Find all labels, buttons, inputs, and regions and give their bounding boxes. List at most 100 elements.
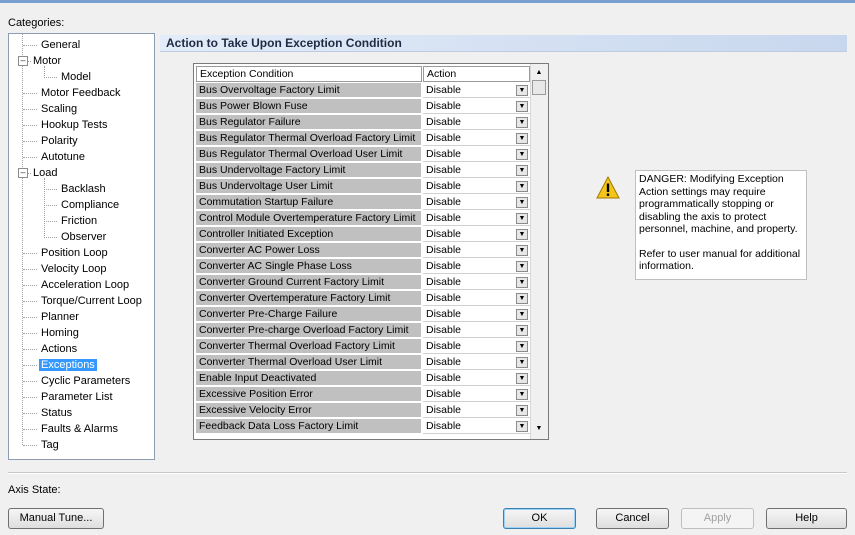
exception-condition-cell: Excessive Velocity Error: [196, 403, 422, 418]
action-dropdown[interactable]: Disable ▼: [423, 179, 530, 194]
column-header-exception-condition[interactable]: Exception Condition: [196, 66, 422, 82]
dropdown-arrow-icon[interactable]: ▼: [516, 277, 528, 288]
action-dropdown[interactable]: Disable ▼: [423, 99, 530, 114]
action-dropdown[interactable]: Disable ▼: [423, 131, 530, 146]
action-dropdown[interactable]: Disable ▼: [423, 371, 530, 386]
tree-item-label: Backlash: [61, 183, 106, 195]
action-dropdown[interactable]: Disable ▼: [423, 259, 530, 274]
action-dropdown[interactable]: Disable ▼: [423, 339, 530, 354]
tree-item-label: Model: [61, 71, 91, 83]
dropdown-arrow-icon[interactable]: ▼: [516, 117, 528, 128]
tree-connector: [23, 269, 37, 270]
dropdown-arrow-icon[interactable]: ▼: [516, 309, 528, 320]
dropdown-arrow-icon[interactable]: ▼: [516, 373, 528, 384]
exception-condition-cell: Converter AC Power Loss: [196, 243, 422, 258]
help-button[interactable]: Help: [766, 508, 847, 529]
tree-item[interactable]: Motor: [31, 53, 63, 69]
tree-item[interactable]: Compliance: [59, 197, 121, 213]
tree-item[interactable]: Friction: [59, 213, 99, 229]
dropdown-arrow-icon[interactable]: ▼: [516, 357, 528, 368]
exception-grid[interactable]: Exception Condition Action Bus Overvolta…: [193, 63, 549, 440]
dropdown-arrow-icon[interactable]: ▼: [516, 421, 528, 432]
tree-connector: [23, 333, 37, 334]
tree-item[interactable]: Load: [31, 165, 59, 181]
action-dropdown[interactable]: Disable ▼: [423, 323, 530, 338]
action-dropdown[interactable]: Disable ▼: [423, 291, 530, 306]
dropdown-arrow-icon[interactable]: ▼: [516, 325, 528, 336]
action-dropdown[interactable]: Disable ▼: [423, 403, 530, 418]
action-dropdown[interactable]: Disable ▼: [423, 147, 530, 162]
dropdown-arrow-icon[interactable]: ▼: [516, 101, 528, 112]
tree-item[interactable]: Acceleration Loop: [39, 277, 131, 293]
scroll-up-arrow-icon[interactable]: ▲: [531, 66, 547, 80]
tree-item[interactable]: Actions: [39, 341, 79, 357]
action-dropdown[interactable]: Disable ▼: [423, 227, 530, 242]
dropdown-arrow-icon[interactable]: ▼: [516, 165, 528, 176]
action-dropdown[interactable]: Disable ▼: [423, 83, 530, 98]
cancel-button[interactable]: Cancel: [596, 508, 669, 529]
dropdown-arrow-icon[interactable]: ▼: [516, 213, 528, 224]
dropdown-arrow-icon[interactable]: ▼: [516, 229, 528, 240]
tree-item[interactable]: Torque/Current Loop: [39, 293, 144, 309]
tree-connector: [23, 397, 37, 398]
tree-item[interactable]: Velocity Loop: [39, 261, 108, 277]
tree-item-label: Faults & Alarms: [41, 423, 119, 435]
tree-item[interactable]: Observer: [59, 229, 108, 245]
action-dropdown[interactable]: Disable ▼: [423, 387, 530, 402]
tree-item[interactable]: Scaling: [39, 101, 79, 117]
dropdown-arrow-icon[interactable]: ▼: [516, 181, 528, 192]
action-dropdown[interactable]: Disable ▼: [423, 243, 530, 258]
dropdown-arrow-icon[interactable]: ▼: [516, 133, 528, 144]
tree-item[interactable]: Status: [39, 405, 74, 421]
tree-collapse-icon[interactable]: –: [18, 56, 28, 66]
dropdown-arrow-icon[interactable]: ▼: [516, 293, 528, 304]
action-dropdown[interactable]: Disable ▼: [423, 163, 530, 178]
tree-item[interactable]: Motor Feedback: [39, 85, 122, 101]
dropdown-arrow-icon[interactable]: ▼: [516, 389, 528, 400]
manual-tune-button[interactable]: Manual Tune...: [8, 508, 104, 529]
scroll-down-arrow-icon[interactable]: ▼: [531, 422, 547, 436]
ok-button[interactable]: OK: [503, 508, 576, 529]
dropdown-arrow-icon[interactable]: ▼: [516, 85, 528, 96]
exception-condition-cell: Converter Pre-charge Overload Factory Li…: [196, 323, 422, 338]
tree-item[interactable]: Polarity: [39, 133, 80, 149]
tree-item[interactable]: Cyclic Parameters: [39, 373, 132, 389]
tree-item[interactable]: Tag: [39, 437, 61, 453]
tree-guide-line: [22, 34, 23, 445]
column-header-action[interactable]: Action: [423, 66, 530, 82]
tree-item[interactable]: Exceptions: [39, 357, 97, 373]
action-dropdown[interactable]: Disable ▼: [423, 419, 530, 434]
action-dropdown[interactable]: Disable ▼: [423, 115, 530, 130]
dropdown-arrow-icon[interactable]: ▼: [516, 341, 528, 352]
dropdown-arrow-icon[interactable]: ▼: [516, 405, 528, 416]
dropdown-arrow-icon[interactable]: ▼: [516, 149, 528, 160]
dropdown-arrow-icon[interactable]: ▼: [516, 197, 528, 208]
table-row: Control Module Overtemperature Factory L…: [194, 211, 531, 227]
apply-button[interactable]: Apply: [681, 508, 754, 529]
tree-item[interactable]: Backlash: [59, 181, 108, 197]
tree-item[interactable]: Hookup Tests: [39, 117, 109, 133]
grid-scrollbar[interactable]: ▲ ▼: [530, 64, 548, 439]
tree-item[interactable]: Faults & Alarms: [39, 421, 120, 437]
tree-item[interactable]: Planner: [39, 309, 81, 325]
dropdown-arrow-icon[interactable]: ▼: [516, 245, 528, 256]
action-dropdown[interactable]: Disable ▼: [423, 275, 530, 290]
tree-connector: [23, 125, 37, 126]
tree-item[interactable]: Model: [59, 69, 93, 85]
tree-item[interactable]: Autotune: [39, 149, 87, 165]
tree-item[interactable]: Position Loop: [39, 245, 110, 261]
tree-collapse-icon[interactable]: –: [18, 168, 28, 178]
category-tree[interactable]: General – Motor Model Motor Feedback Scaling H…: [8, 33, 155, 460]
action-dropdown[interactable]: Disable ▼: [423, 307, 530, 322]
dropdown-arrow-icon[interactable]: ▼: [516, 261, 528, 272]
tree-item[interactable]: Parameter List: [39, 389, 115, 405]
action-dropdown[interactable]: Disable ▼: [423, 211, 530, 226]
tree-item[interactable]: General: [39, 37, 82, 53]
action-dropdown[interactable]: Disable ▼: [423, 355, 530, 370]
scroll-thumb[interactable]: [532, 80, 546, 95]
tree-item-label: Polarity: [41, 135, 78, 147]
action-dropdown[interactable]: Disable ▼: [423, 195, 530, 210]
tree-item-label: Torque/Current Loop: [41, 295, 142, 307]
tree-connector: [44, 221, 57, 222]
tree-item[interactable]: Homing: [39, 325, 81, 341]
